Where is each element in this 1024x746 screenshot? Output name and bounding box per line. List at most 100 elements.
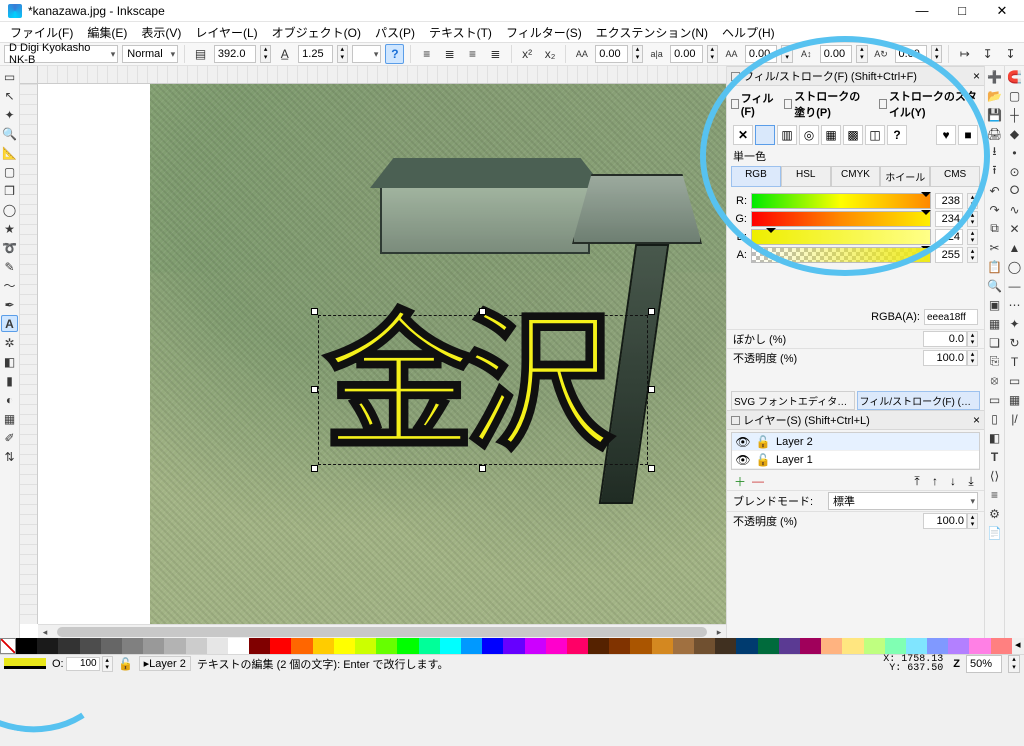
status-opacity-input[interactable] [66, 657, 100, 671]
swatch[interactable] [482, 638, 503, 654]
swatch[interactable] [673, 638, 694, 654]
rgba-input[interactable] [924, 309, 978, 325]
no-color-swatch[interactable] [0, 638, 16, 654]
kerning-input-3[interactable]: 0.00 [745, 45, 778, 63]
swatch[interactable] [969, 638, 990, 654]
paint-radial-button[interactable]: ◎ [799, 125, 819, 145]
b-value[interactable]: 24 [935, 229, 963, 245]
zoom-draw-icon[interactable]: ▣ [986, 296, 1003, 313]
opacity-value[interactable]: 100.0 [923, 350, 967, 366]
scroll-right-button[interactable]: ▸ [712, 625, 726, 639]
blur-spinner[interactable]: ▴▾ [967, 331, 978, 347]
close-button[interactable]: ✕ [982, 0, 1022, 22]
resize-handle[interactable] [479, 465, 486, 472]
subscript-icon[interactable]: x₂ [541, 44, 560, 64]
snap-guide-icon[interactable]: |/ [1006, 410, 1023, 427]
snap-obj-center-icon[interactable]: ✦ [1006, 315, 1023, 332]
menu-view[interactable]: 表示(V) [135, 23, 187, 42]
snap-others-icon[interactable]: ⋯ [1006, 296, 1023, 313]
tab-fillstroke-short[interactable]: フィル/ストローク(F) (Shift+Ctrl+F) [857, 391, 981, 410]
snap-bbox-icon[interactable]: ▢ [1006, 87, 1023, 104]
resize-handle[interactable] [648, 386, 655, 393]
snap-path-icon[interactable]: ∿ [1006, 201, 1023, 218]
swatch[interactable] [630, 638, 651, 654]
layer-bottom-button[interactable]: ⤓ [964, 474, 978, 488]
swatch[interactable] [652, 638, 673, 654]
canvas[interactable]: 金沢 [38, 84, 726, 624]
open-icon[interactable]: 📂 [986, 87, 1003, 104]
status-lock-icon[interactable]: 🔓 [119, 657, 133, 671]
swatch[interactable] [609, 638, 630, 654]
font-family-dropdown[interactable]: D Digi Kyokasho NK-B [4, 45, 118, 63]
snap-corner-icon[interactable]: ◆ [1006, 125, 1023, 142]
snap-toggle-icon[interactable]: 🧲 [1006, 68, 1023, 85]
line-height-input[interactable]: 1.25 [298, 45, 332, 63]
panel-toggle-icon[interactable] [731, 416, 740, 425]
menu-layer[interactable]: レイヤー(L) [189, 23, 263, 42]
swatch[interactable] [334, 638, 355, 654]
swatch[interactable] [58, 638, 79, 654]
swatch[interactable] [207, 638, 228, 654]
swatch[interactable] [864, 638, 885, 654]
g-spinner[interactable]: ▴▾ [967, 211, 978, 227]
swatch[interactable] [503, 638, 524, 654]
swatch[interactable] [948, 638, 969, 654]
scroll-thumb[interactable] [57, 627, 707, 637]
resize-handle[interactable] [311, 308, 318, 315]
swatch[interactable] [80, 638, 101, 654]
measure-tool[interactable]: 📐 [1, 144, 18, 161]
snap-rotation-icon[interactable]: ↻ [1006, 334, 1023, 351]
swatch[interactable] [397, 638, 418, 654]
blend-dropdown[interactable]: 標準 [828, 492, 978, 510]
selector-tool[interactable]: ▭ [1, 68, 18, 85]
status-stroke-swatch[interactable] [4, 666, 46, 669]
mode-wheel[interactable]: ホイール [880, 166, 930, 187]
swatch[interactable] [440, 638, 461, 654]
panel-toggle-icon[interactable] [731, 72, 740, 81]
minimize-button[interactable]: ― [902, 0, 942, 22]
connector-tool[interactable]: ⇅ [1, 448, 18, 465]
swatch[interactable] [376, 638, 397, 654]
spinner[interactable]: ▴▾ [856, 45, 867, 63]
snap-text-baseline-icon[interactable]: T [1006, 353, 1023, 370]
swatch[interactable] [821, 638, 842, 654]
superscript-icon[interactable]: x² [518, 44, 537, 64]
resize-handle[interactable] [479, 308, 486, 315]
align-justify-icon[interactable]: ≣ [486, 44, 505, 64]
help-button[interactable]: ? [385, 44, 404, 64]
align-icon[interactable]: ≡ [986, 486, 1003, 503]
xml-icon[interactable]: ⟨⟩ [986, 467, 1003, 484]
layer-up-button[interactable]: ↑ [928, 474, 942, 488]
zoom-input[interactable]: 50% [966, 655, 1002, 673]
3dbox-tool[interactable]: ❒ [1, 182, 18, 199]
font-size-spinner[interactable]: ▴▾ [260, 45, 271, 63]
text-dialog-icon[interactable]: T [986, 448, 1003, 465]
menu-edit[interactable]: 編集(E) [81, 23, 133, 42]
node-tool[interactable]: ↖ [1, 87, 18, 104]
swatch[interactable] [419, 638, 440, 654]
print-icon[interactable]: 🖨 [986, 125, 1003, 142]
menu-file[interactable]: ファイル(F) [4, 23, 79, 42]
snap-grid-icon[interactable]: ▦ [1006, 391, 1023, 408]
ruler-vertical[interactable] [20, 84, 38, 624]
snap-page-border-icon[interactable]: ▭ [1006, 372, 1023, 389]
snap-node-icon[interactable]: ⭘ [1006, 182, 1023, 199]
text-dir-v-icon[interactable]: ↧ [978, 44, 997, 64]
swatch[interactable] [461, 638, 482, 654]
swatch[interactable] [164, 638, 185, 654]
swatch[interactable] [842, 638, 863, 654]
paint-mesh-button[interactable]: ▦ [821, 125, 841, 145]
mode-cmyk[interactable]: CMYK [831, 166, 881, 187]
mesh-tool[interactable]: ▦ [1, 410, 18, 427]
text-dir-v2-icon[interactable]: ↧ [1001, 44, 1020, 64]
docprops-icon[interactable]: 📄 [986, 524, 1003, 541]
mode-rgb[interactable]: RGB [731, 166, 781, 187]
resize-handle[interactable] [311, 386, 318, 393]
unlink-icon[interactable]: ⦻ [986, 372, 1003, 389]
tab-svg-font-editor[interactable]: SVG フォントエディター… [731, 391, 855, 410]
layer-down-button[interactable]: ↓ [946, 474, 960, 488]
paint-pattern-button[interactable]: ▩ [843, 125, 863, 145]
snap-intersect-icon[interactable]: ✕ [1006, 220, 1023, 237]
eraser-tool[interactable]: ◧ [1, 353, 18, 370]
menu-extensions[interactable]: エクステンション(N) [590, 23, 714, 42]
